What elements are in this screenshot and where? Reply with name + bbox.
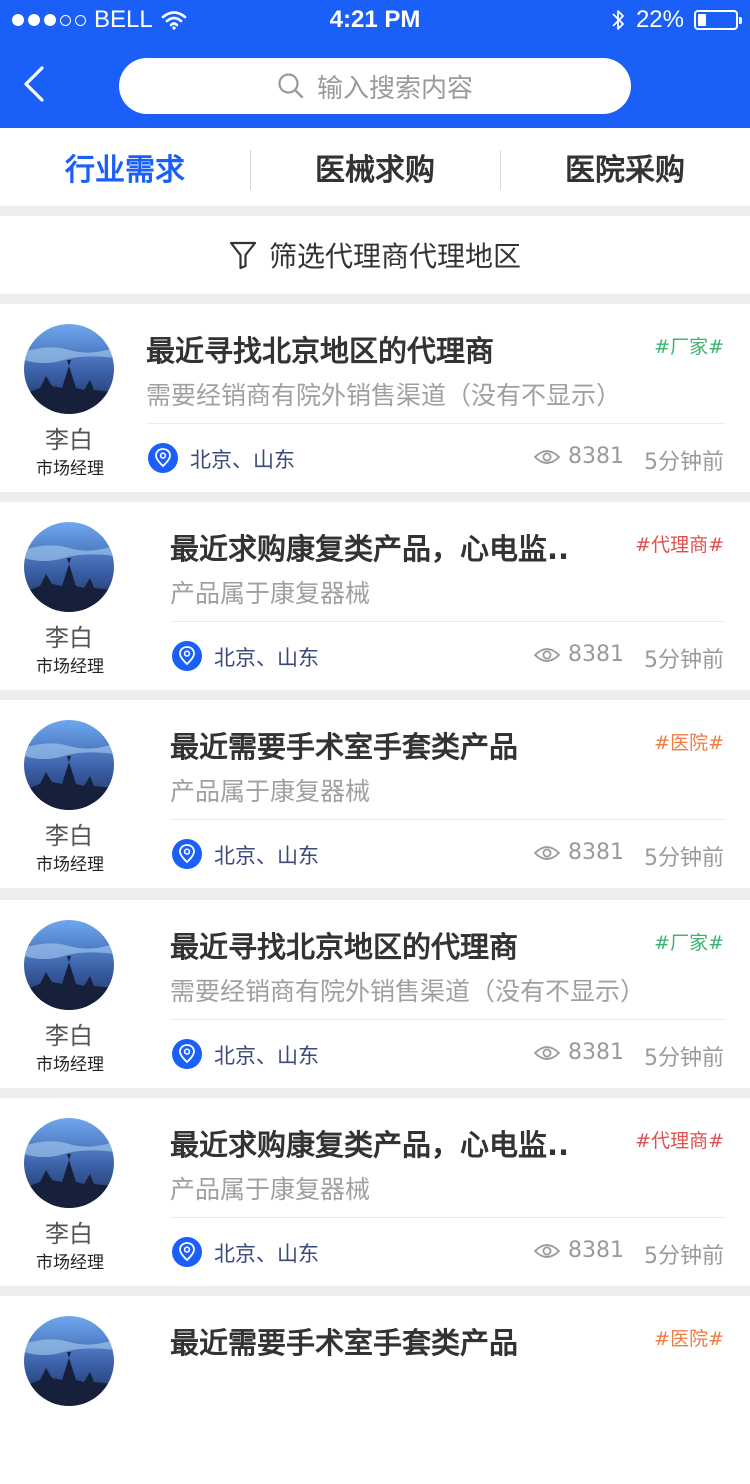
tab-hospital-procurement[interactable]: 医院采购 <box>500 128 750 206</box>
post-title[interactable]: 最近需要手术室手套类产品 <box>170 724 518 766</box>
user-name: 李白 <box>45 822 93 850</box>
post-time: 5分钟前 <box>644 648 724 673</box>
post-tag: #医院# <box>654 732 724 754</box>
post-description: 产品属于康复器械 <box>170 777 371 806</box>
post-time: 5分钟前 <box>644 1244 724 1269</box>
user-role: 市场经理 <box>36 1253 104 1273</box>
battery-icon <box>694 10 742 30</box>
avatar[interactable] <box>24 324 114 414</box>
eye-icon <box>534 449 560 464</box>
post-time: 5分钟前 <box>644 846 724 871</box>
category-tabs: 行业需求 医械求购 医院采购 <box>0 128 750 206</box>
post-description: 产品属于康复器械 <box>170 579 371 608</box>
post-card[interactable]: 李白 市场经理 最近需要手术室手套类产品 #医院# 产品属于康复器械 北京、山东… <box>0 700 750 888</box>
view-count-value: 8381 <box>568 642 624 667</box>
post-tag: #代理商# <box>635 534 724 556</box>
post-tag: #医院# <box>654 1328 724 1350</box>
user-role: 市场经理 <box>36 855 104 875</box>
post-description: 需要经销商有院外销售渠道（没有不显示） <box>146 381 622 410</box>
post-tag: #代理商# <box>635 1130 724 1152</box>
tab-industry-demand[interactable]: 行业需求 <box>0 128 250 206</box>
card-divider <box>146 423 726 424</box>
avatar[interactable] <box>24 522 114 612</box>
view-count-value: 8381 <box>568 1040 624 1065</box>
location-pin-icon <box>172 1039 202 1069</box>
user-name: 李白 <box>45 1022 93 1050</box>
search-placeholder: 输入搜索内容 <box>316 73 473 104</box>
card-divider <box>170 1019 726 1020</box>
card-divider <box>170 819 726 820</box>
post-description: 需要经销商有院外销售渠道（没有不显示） <box>170 977 646 1006</box>
view-count: 8381 <box>534 642 624 667</box>
eye-icon <box>534 1243 560 1258</box>
back-arrow-icon[interactable] <box>20 62 60 106</box>
eye-icon <box>534 845 560 860</box>
post-title[interactable]: 最近求购康复类产品，心电监.. <box>170 526 569 568</box>
post-location: 北京、山东 <box>190 448 295 472</box>
post-title[interactable]: 最近求购康复类产品，心电监.. <box>170 1122 569 1164</box>
post-time: 5分钟前 <box>644 1046 724 1071</box>
post-description: 产品属于康复器械 <box>170 1175 371 1204</box>
post-location: 北京、山东 <box>214 1242 319 1266</box>
status-bar: BELL 4:21 PM 22% <box>0 0 750 40</box>
post-location: 北京、山东 <box>214 646 319 670</box>
post-title[interactable]: 最近需要手术室手套类产品 <box>170 1320 518 1362</box>
search-icon <box>278 73 304 99</box>
avatar[interactable] <box>24 920 114 1010</box>
user-role: 市场经理 <box>36 657 104 677</box>
post-tag: #厂家# <box>654 336 724 358</box>
post-tag: #厂家# <box>654 932 724 954</box>
post-location: 北京、山东 <box>214 1044 319 1068</box>
avatar[interactable] <box>24 1316 114 1406</box>
filter-label: 筛选代理商代理地区 <box>268 240 521 273</box>
post-card[interactable]: 李白 市场经理 最近求购康复类产品，心电监.. #代理商# 产品属于康复器械 北… <box>0 1098 750 1286</box>
post-title[interactable]: 最近寻找北京地区的代理商 <box>146 328 494 370</box>
view-count: 8381 <box>534 444 624 469</box>
view-count: 8381 <box>534 1040 624 1065</box>
post-card[interactable]: 李白 市场经理 最近寻找北京地区的代理商 #厂家# 需要经销商有院外销售渠道（没… <box>0 304 750 492</box>
view-count-value: 8381 <box>568 840 624 865</box>
navigation-bar: 输入搜索内容 <box>0 40 750 128</box>
search-input[interactable]: 输入搜索内容 <box>119 58 631 114</box>
post-title[interactable]: 最近寻找北京地区的代理商 <box>170 924 518 966</box>
post-card[interactable]: 最近需要手术室手套类产品 #医院# <box>0 1296 750 1484</box>
location-pin-icon <box>172 1237 202 1267</box>
user-name: 李白 <box>45 1220 93 1248</box>
filter-button[interactable]: 筛选代理商代理地区 <box>0 216 750 294</box>
avatar[interactable] <box>24 720 114 810</box>
bluetooth-icon <box>612 10 624 30</box>
eye-icon <box>534 1045 560 1060</box>
battery-percent: 22% <box>635 6 684 33</box>
filter-funnel-icon <box>229 241 257 270</box>
avatar[interactable] <box>24 1118 114 1208</box>
eye-icon <box>534 647 560 662</box>
card-divider <box>170 621 726 622</box>
view-count-value: 8381 <box>568 444 624 469</box>
post-card[interactable]: 李白 市场经理 最近求购康复类产品，心电监.. #代理商# 产品属于康复器械 北… <box>0 502 750 690</box>
user-role: 市场经理 <box>36 459 104 479</box>
user-role: 市场经理 <box>36 1055 104 1075</box>
view-count-value: 8381 <box>568 1238 624 1263</box>
view-count: 8381 <box>534 1238 624 1263</box>
tab-medical-device-purchase[interactable]: 医械求购 <box>250 128 500 206</box>
card-divider <box>170 1217 726 1218</box>
post-card[interactable]: 李白 市场经理 最近寻找北京地区的代理商 #厂家# 需要经销商有院外销售渠道（没… <box>0 900 750 1088</box>
location-pin-icon <box>172 839 202 869</box>
user-name: 李白 <box>45 624 93 652</box>
status-right: 22% <box>610 6 742 34</box>
location-pin-icon <box>148 443 178 473</box>
location-pin-icon <box>172 641 202 671</box>
post-location: 北京、山东 <box>214 844 319 868</box>
user-name: 李白 <box>45 426 93 454</box>
view-count: 8381 <box>534 840 624 865</box>
post-time: 5分钟前 <box>644 450 724 475</box>
